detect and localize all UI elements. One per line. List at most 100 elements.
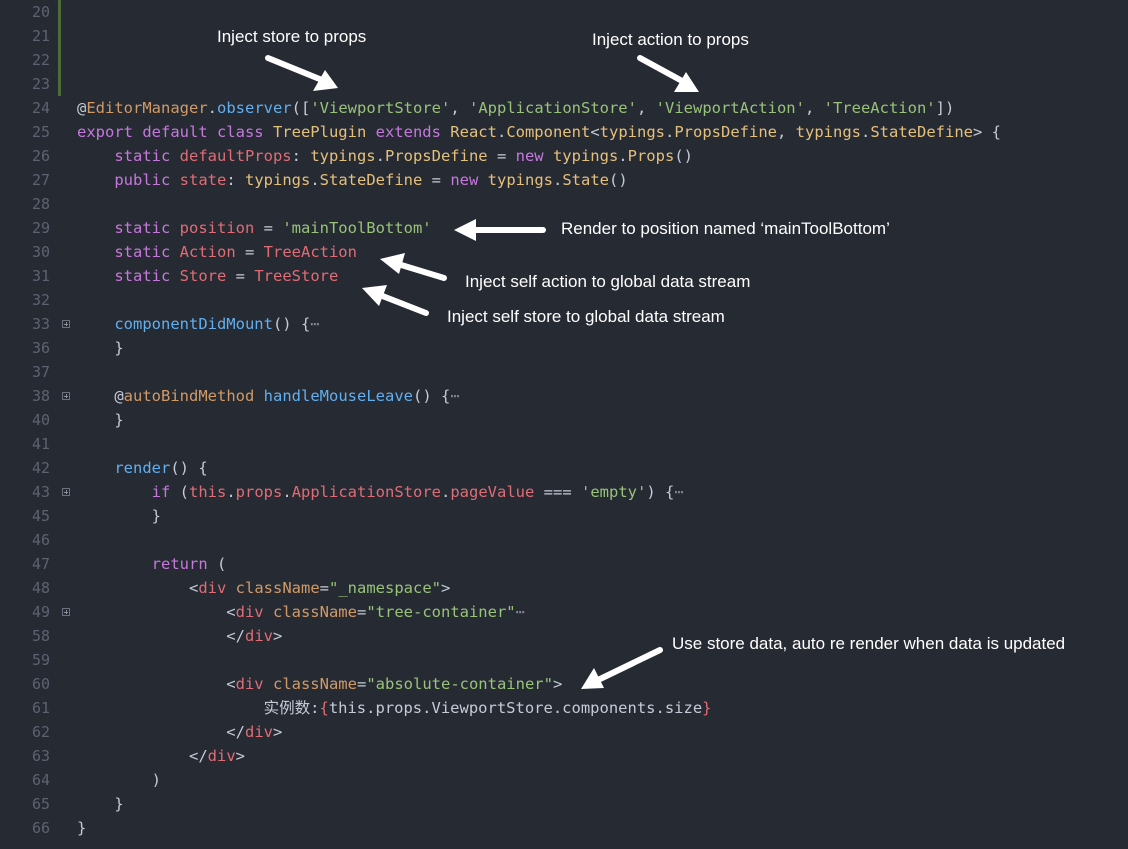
code-line[interactable]: 45 } [0,504,1128,528]
code-token: . [496,123,507,141]
code-line[interactable]: 60 <div className="absolute-container"> [0,672,1128,696]
code-line[interactable]: 36 } [0,336,1128,360]
code-token: = [235,243,264,261]
code-line[interactable]: 48 <div className="_namespace"> [0,576,1128,600]
code-token: } [77,819,87,837]
code-token: PropsDefine [674,123,777,141]
code-token: < [590,123,600,141]
code-token: new [515,147,553,165]
line-number: 33 [31,315,50,333]
code-line[interactable]: 42 render() { [0,456,1128,480]
code-line[interactable]: 38 @autoBindMethod handleMouseLeave() {⋯ [0,384,1128,408]
fold-expand-icon[interactable] [62,488,70,496]
code-token: extends [366,123,451,141]
code-text: <div className="tree-container"⋯ [77,600,525,624]
code-line[interactable]: 22 [0,48,1128,72]
code-token: } [77,795,124,813]
code-token: typings [552,147,619,165]
code-token: : [226,171,245,189]
code-token: Component [506,123,591,141]
annotation-render-position: Render to position named ‘mainToolBottom… [561,219,890,238]
code-token: = [254,219,283,237]
line-number: 23 [31,75,50,93]
line-number: 58 [31,627,50,645]
code-line[interactable]: 43 if (this.props.ApplicationStore.pageV… [0,480,1128,504]
code-token: . [618,147,628,165]
code-token: . [207,99,218,117]
line-number: 31 [31,267,50,285]
code-token: static [77,267,180,285]
code-line[interactable]: 23 [0,72,1128,96]
code-token: ]) [935,99,955,117]
code-token: EditorManager [86,99,208,117]
code-token: = [356,675,367,693]
code-token: ) [77,771,161,789]
code-line[interactable]: 64 ) [0,768,1128,792]
fold-expand-icon[interactable] [62,392,70,400]
code-token: . [552,171,563,189]
code-token: > [235,747,245,765]
line-number: 38 [31,387,50,405]
code-line[interactable]: 61 实例数:{this.props.ViewportStore.compone… [0,696,1128,720]
code-token: } [77,411,124,429]
code-text: componentDidMount() {⋯ [77,312,319,336]
code-token: return [77,555,217,573]
code-line[interactable]: 46 [0,528,1128,552]
code-editor[interactable]: 20 21 22 23 24 @EditorManager.observer(['View… [0,0,1128,849]
code-token: . [310,171,320,189]
code-line[interactable]: 30 static Action = TreeAction [0,240,1128,264]
line-number: 21 [31,27,50,45]
code-token: TreeAction [263,243,357,261]
line-number: 40 [31,411,50,429]
line-number: 28 [31,195,50,213]
code-line[interactable]: 40 } [0,408,1128,432]
code-line[interactable]: 66} [0,816,1128,840]
code-token: . [655,699,665,717]
code-token: 'mainToolBottom' [282,219,432,237]
code-line[interactable]: 49 <div className="tree-container"⋯ [0,600,1128,624]
code-token: > [441,579,451,597]
line-number: 32 [31,291,50,309]
code-token: typings [245,171,311,189]
code-token: div [235,603,264,621]
code-line[interactable]: 27 public state: typings.StateDefine = n… [0,168,1128,192]
code-line[interactable]: 26 static defaultProps: typings.PropsDef… [0,144,1128,168]
code-line[interactable]: 20 [0,0,1128,24]
code-line[interactable]: 65 } [0,792,1128,816]
fold-expand-icon[interactable] [62,320,70,328]
code-token: this [189,483,227,501]
code-token: div [235,675,264,693]
code-line[interactable]: 41 [0,432,1128,456]
code-line[interactable]: 47 return ( [0,552,1128,576]
code-token: TreeStore [254,267,339,285]
code-line[interactable]: 21 [0,24,1128,48]
code-line[interactable]: 62 </div> [0,720,1128,744]
code-token: defaultProps [179,147,292,165]
code-token: handleMouseLeave [263,387,413,405]
code-token: () [674,147,693,165]
code-token: static [77,147,180,165]
line-number: 62 [31,723,50,741]
code-token: 'ApplicationStore' [469,99,637,117]
code-token: className [235,579,320,597]
code-line[interactable]: 24 @EditorManager.observer(['ViewportStor… [0,96,1128,120]
line-number: 26 [31,147,50,165]
code-line[interactable]: 63 </div> [0,744,1128,768]
code-token: } [702,699,712,717]
line-number: 46 [31,531,50,549]
code-line[interactable]: 37 [0,360,1128,384]
code-token: === [534,483,582,501]
code-token: < [77,675,236,693]
code-token: components [562,699,656,717]
code-line[interactable]: 28 [0,192,1128,216]
code-token: () { [412,387,451,405]
code-token: > [272,627,283,645]
code-text: @EditorManager.observer(['ViewportStore'… [77,96,954,120]
line-number: 48 [31,579,50,597]
code-line[interactable]: 25 export default class TreePlugin extend… [0,120,1128,144]
code-token: ApplicationStore [291,483,441,501]
fold-expand-icon[interactable] [62,608,70,616]
code-token: className [272,675,357,693]
